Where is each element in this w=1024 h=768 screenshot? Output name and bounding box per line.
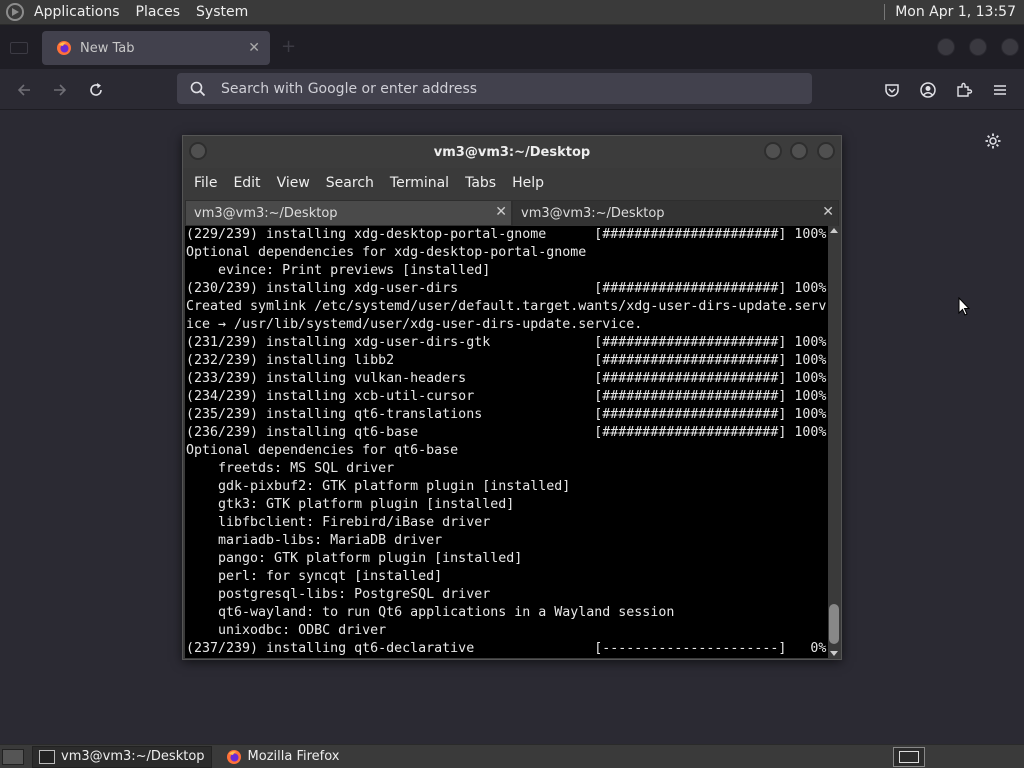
taskbar-item-firefox[interactable]: Mozilla Firefox [220,746,346,768]
close-icon[interactable]: ✕ [495,204,507,220]
menu-search[interactable]: Search [318,175,382,191]
top-panel: Applications Places System Mon Apr 1, 13… [0,0,1024,25]
gear-icon[interactable] [984,132,1002,154]
distro-logo-icon[interactable] [4,1,26,23]
terminal-close-button[interactable] [817,142,835,160]
mouse-pointer-icon [958,296,971,320]
terminal-tab-1[interactable]: vm3@vm3:~/Desktop ✕ [185,200,512,226]
terminal-title: vm3@vm3:~/Desktop [433,144,591,160]
terminal-line: (231/239) installing xdg-user-dirs-gtk [… [186,335,827,350]
scroll-down-icon[interactable] [830,651,838,656]
menu-file[interactable]: File [186,175,225,191]
terminal-scrollbar[interactable] [828,226,840,658]
terminal-line: libfbclient: Firebird/iBase driver [186,515,491,530]
menu-tabs[interactable]: Tabs [457,175,504,191]
extensions-icon[interactable] [953,79,975,101]
terminal-tab-2[interactable]: vm3@vm3:~/Desktop ✕ [512,200,839,226]
terminal-icon [39,749,55,764]
system-menu[interactable]: System [188,0,256,25]
terminal-line: Optional dependencies for qt6-base [186,443,459,458]
menu-edit[interactable]: Edit [225,175,268,191]
firefox-tabbar: New Tab ✕ + [0,25,1024,69]
window-menu-button[interactable] [189,142,207,160]
back-icon[interactable] [13,79,35,101]
taskbar-item-label: Mozilla Firefox [247,749,340,764]
terminal-line: perl: for syncqt [installed] [186,569,443,584]
terminal-line: gdk-pixbuf2: GTK platform plugin [instal… [186,479,571,494]
firefox-icon [57,41,71,55]
terminal-line: pango: GTK platform plugin [installed] [186,551,523,566]
terminal-window: vm3@vm3:~/Desktop File Edit View Search … [182,135,842,660]
terminal-maximize-button[interactable] [790,142,808,160]
menu-help[interactable]: Help [504,175,552,191]
firefox-icon [226,749,241,764]
terminal-tab-label: vm3@vm3:~/Desktop [521,206,665,221]
terminal-line: ice → /usr/lib/systemd/user/xdg-user-dir… [186,317,643,332]
firefox-navbar [0,69,1024,110]
terminal-line: (232/239) installing libb2 [############… [186,353,827,368]
search-icon [190,81,206,96]
terminal-line: freetds: MS SQL driver [186,461,395,476]
terminal-line: (234/239) installing xcb-util-cursor [##… [186,389,827,404]
menu-terminal[interactable]: Terminal [382,175,457,191]
places-menu[interactable]: Places [128,0,189,25]
forward-icon[interactable] [49,79,71,101]
menu-view[interactable]: View [269,175,318,191]
scroll-up-icon[interactable] [830,228,838,233]
terminal-tab-label: vm3@vm3:~/Desktop [194,205,338,221]
terminal-tabs: vm3@vm3:~/Desktop ✕ vm3@vm3:~/Desktop ✕ [183,198,841,226]
close-tab-icon[interactable]: ✕ [248,40,260,56]
terminal-line: (235/239) installing qt6-translations [#… [186,407,827,422]
address-bar[interactable] [177,73,812,104]
terminal-line: (237/239) installing qt6-declarative [--… [186,641,827,656]
show-desktop-button[interactable] [2,748,24,765]
maximize-button[interactable] [969,38,987,56]
tab-list-icon[interactable] [10,42,28,54]
terminal-line: mariadb-libs: MariaDB driver [186,533,443,548]
tab-new-tab[interactable]: New Tab ✕ [42,31,270,65]
terminal-line: Optional dependencies for xdg-desktop-po… [186,245,587,260]
panel-divider [884,4,886,20]
terminal-titlebar[interactable]: vm3@vm3:~/Desktop [183,136,841,168]
scrollbar-thumb[interactable] [829,604,839,644]
menu-icon[interactable] [989,79,1011,101]
close-icon[interactable]: ✕ [822,204,834,220]
applications-menu[interactable]: Applications [26,0,128,25]
terminal-line: unixodbc: ODBC driver [186,623,387,638]
taskbar-item-label: vm3@vm3:~/Desktop [61,749,205,764]
new-tab-icon[interactable]: + [281,36,296,57]
bottom-panel: vm3@vm3:~/Desktop Mozilla Firefox [0,744,1024,768]
clock[interactable]: Mon Apr 1, 13:57 [895,4,1024,20]
terminal-menubar: File Edit View Search Terminal Tabs Help [183,168,841,198]
account-icon[interactable] [917,79,939,101]
terminal-line: (236/239) installing qt6-base [#########… [186,425,827,440]
tab-title: New Tab [80,40,135,56]
terminal-line: gtk3: GTK platform plugin [installed] [186,497,515,512]
terminal-line: qt6-wayland: to run Qt6 applications in … [186,605,675,620]
terminal-line: (233/239) installing vulkan-headers [###… [186,371,827,386]
terminal-line: Created symlink /etc/systemd/user/defaul… [186,299,827,314]
terminal-line: postgresql-libs: PostgreSQL driver [186,587,491,602]
address-input[interactable] [221,80,781,97]
terminal-output[interactable]: (229/239) installing xdg-desktop-portal-… [185,226,828,658]
terminal-line: (230/239) installing xdg-user-dirs [####… [186,281,827,296]
taskbar-item-terminal[interactable]: vm3@vm3:~/Desktop [32,745,212,768]
workspace-switcher[interactable] [893,747,925,767]
close-window-button[interactable] [1001,38,1019,56]
terminal-minimize-button[interactable] [764,142,782,160]
minimize-button[interactable] [937,38,955,56]
pocket-icon[interactable] [881,79,903,101]
terminal-line: evince: Print previews [installed] [186,263,491,278]
reload-icon[interactable] [85,79,107,101]
terminal-line: (229/239) installing xdg-desktop-portal-… [186,227,827,242]
